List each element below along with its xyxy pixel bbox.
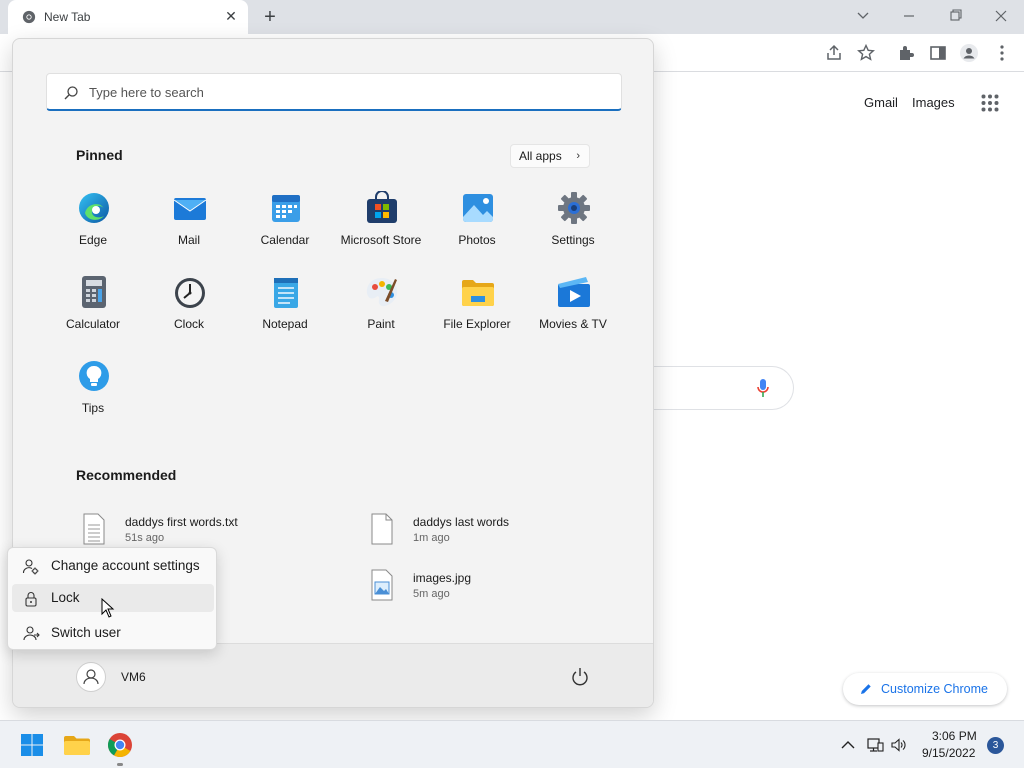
store-icon <box>367 191 397 223</box>
menu-item-change-account-settings[interactable]: Change account settings <box>12 552 214 580</box>
image-file-icon <box>371 569 393 601</box>
pinned-app-calendar[interactable]: Calendar <box>237 187 333 263</box>
chrome-tab-strip: New Tab ✕ + <box>0 0 1024 34</box>
app-label: Tips <box>81 401 105 415</box>
pinned-app-clock[interactable]: Clock <box>141 271 237 347</box>
text-file-icon <box>83 513 105 545</box>
lock-icon <box>25 592 37 607</box>
all-apps-label: All apps <box>519 149 562 163</box>
running-indicator <box>117 763 123 766</box>
pinned-app-file-explorer[interactable]: File Explorer <box>429 271 525 347</box>
bookmark-star-icon[interactable] <box>856 43 876 63</box>
switch-user-icon <box>23 626 40 641</box>
mail-icon <box>173 198 207 220</box>
network-icon[interactable] <box>866 736 884 754</box>
tab-search-chevron-icon[interactable] <box>849 4 877 28</box>
edge-icon <box>79 193 109 223</box>
tab-title: New Tab <box>44 10 91 24</box>
taskbar-time[interactable]: 3:06 PM <box>932 729 977 743</box>
share-icon[interactable] <box>824 43 844 63</box>
calculator-icon <box>82 276 106 308</box>
pinned-app-microsoft-store[interactable]: Microsoft Store <box>333 187 429 263</box>
blank-file-icon <box>371 513 393 545</box>
start-search-box[interactable] <box>46 73 622 111</box>
recommended-item[interactable]: images.jpg 5m ago <box>369 569 619 609</box>
all-apps-button[interactable]: All apps › <box>510 144 590 168</box>
google-apps-icon[interactable] <box>981 94 999 112</box>
start-search-input[interactable] <box>89 82 589 102</box>
photos-icon <box>463 194 493 222</box>
clock-icon <box>175 278 205 308</box>
settings-icon <box>558 192 590 224</box>
pinned-app-mail[interactable]: Mail <box>141 187 237 263</box>
paint-icon <box>366 278 398 307</box>
notepad-icon <box>274 278 298 308</box>
minimize-icon[interactable] <box>895 4 923 28</box>
recommended-item[interactable]: daddys last words 1m ago <box>369 513 619 553</box>
taskbar-date[interactable]: 9/15/2022 <box>922 746 975 760</box>
tab-new-tab[interactable]: New Tab ✕ <box>8 0 248 34</box>
user-name[interactable]: VM6 <box>121 670 146 684</box>
recommended-time: 51s ago <box>125 532 165 544</box>
customize-chrome-label: Customize Chrome <box>881 682 988 696</box>
taskbar: 3:06 PM 9/15/2022 3 <box>0 720 1024 768</box>
recommended-name: images.jpg <box>413 571 472 585</box>
app-label: Settings <box>551 233 595 247</box>
chrome-menu-icon[interactable] <box>992 43 1012 63</box>
menu-item-label: Lock <box>51 590 80 605</box>
pinned-app-photos[interactable]: Photos <box>429 187 525 263</box>
recommended-time: 1m ago <box>413 532 450 544</box>
menu-item-label: Change account settings <box>51 558 200 573</box>
pencil-icon <box>861 684 871 694</box>
chevron-up-icon[interactable] <box>839 736 857 754</box>
side-panel-icon[interactable] <box>928 43 948 63</box>
pinned-app-tips[interactable]: Tips <box>45 355 141 431</box>
mouse-cursor-icon <box>101 598 115 618</box>
menu-item-label: Switch user <box>51 625 121 640</box>
movies-icon <box>558 277 590 307</box>
user-avatar[interactable] <box>76 662 106 692</box>
person-icon <box>83 669 99 685</box>
images-link[interactable]: Images <box>912 95 955 110</box>
search-icon <box>64 86 78 100</box>
tab-close-icon[interactable]: ✕ <box>223 8 239 24</box>
volume-icon[interactable] <box>890 736 908 754</box>
power-icon[interactable] <box>569 666 591 688</box>
pinned-app-settings[interactable]: Settings <box>525 187 621 263</box>
pinned-app-movies-tv[interactable]: Movies & TV <box>525 271 621 347</box>
recommended-heading: Recommended <box>76 467 177 483</box>
folder-icon <box>462 280 494 306</box>
profile-avatar-icon[interactable] <box>959 43 979 63</box>
pinned-app-edge[interactable]: Edge <box>45 187 141 263</box>
pinned-app-calculator[interactable]: Calculator <box>45 271 141 347</box>
customize-chrome-button[interactable]: Customize Chrome <box>843 673 1007 705</box>
tips-icon <box>79 361 109 391</box>
notification-badge[interactable]: 3 <box>987 737 1004 754</box>
recommended-time: 5m ago <box>413 588 450 600</box>
restore-icon[interactable] <box>941 4 969 28</box>
pinned-heading: Pinned <box>76 147 123 163</box>
windows-start-icon[interactable] <box>16 729 48 761</box>
chrome-favicon-icon <box>22 10 36 24</box>
voice-search-icon[interactable] <box>756 378 770 398</box>
chevron-right-icon: › <box>576 150 580 162</box>
pinned-app-paint[interactable]: Paint <box>333 271 429 347</box>
new-tab-button[interactable]: + <box>259 6 281 28</box>
menu-item-switch-user[interactable]: Switch user <box>12 619 214 647</box>
recommended-name: daddys first words.txt <box>125 515 238 529</box>
person-gear-icon <box>22 559 39 575</box>
chrome-taskbar-icon[interactable] <box>104 729 136 761</box>
pinned-app-notepad[interactable]: Notepad <box>237 271 333 347</box>
gmail-link[interactable]: Gmail <box>864 95 898 110</box>
recommended-name: daddys last words <box>413 515 510 529</box>
start-menu-footer: VM6 <box>13 643 653 707</box>
calendar-icon <box>272 195 300 222</box>
file-explorer-taskbar-icon[interactable] <box>61 729 93 761</box>
app-label: Movies & TV <box>539 317 607 331</box>
close-window-icon[interactable] <box>987 4 1015 28</box>
extensions-icon[interactable] <box>896 43 916 63</box>
